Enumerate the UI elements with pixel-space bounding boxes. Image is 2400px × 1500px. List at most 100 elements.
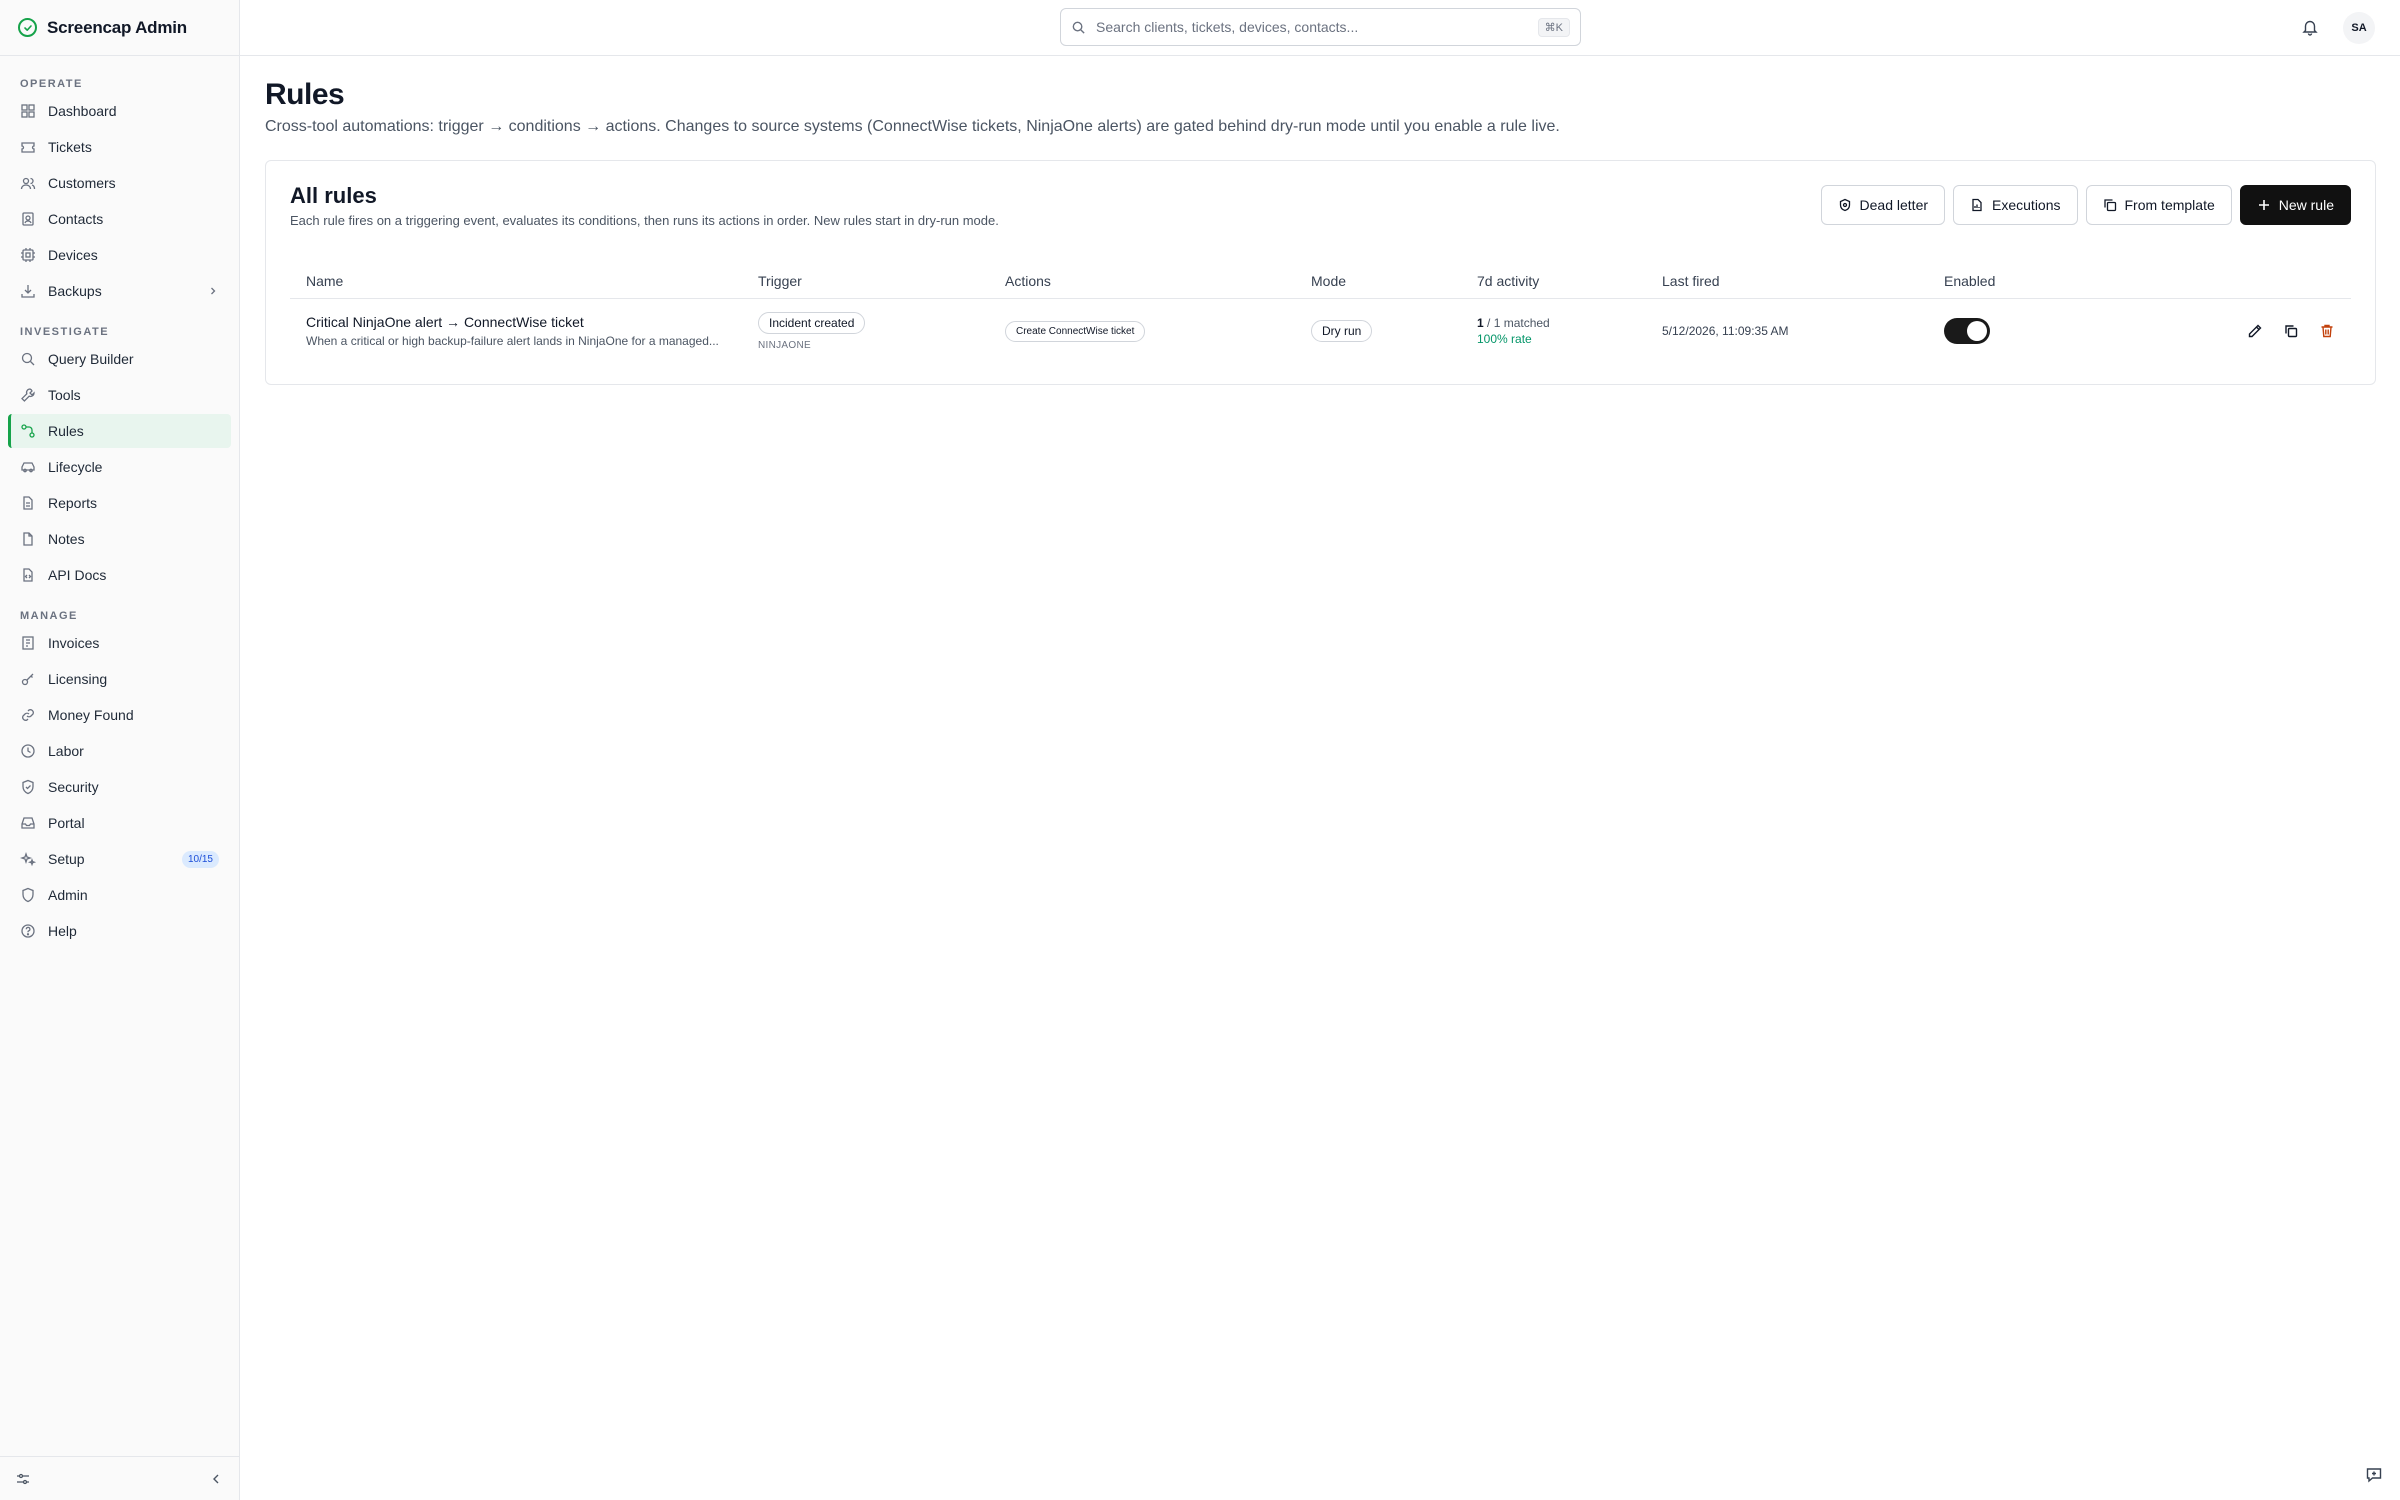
trash-icon[interactable] — [2319, 323, 2335, 339]
sidebar-item-dashboard[interactable]: Dashboard — [8, 94, 231, 128]
setup-progress-badge: 10/15 — [181, 850, 219, 868]
nav-section-manage: MANAGE — [20, 610, 78, 622]
column-header-row-actions — [2078, 264, 2351, 299]
ticket-icon — [21, 142, 35, 153]
dead-letter-label: Dead letter — [1859, 197, 1929, 213]
rules-table: Name Trigger Actions Mode 7d activity La… — [290, 264, 2351, 364]
key-icon — [21, 673, 34, 686]
sidebar-item-tools[interactable]: Tools — [8, 378, 231, 412]
shield-icon — [22, 779, 34, 795]
card-header: All rules Each rule fires on a triggerin… — [290, 183, 2351, 228]
toggle-knob — [1967, 321, 1987, 342]
settings-sliders-icon[interactable] — [16, 1472, 30, 1486]
search-icon — [21, 352, 35, 366]
bell-icon[interactable] — [2301, 18, 2319, 36]
column-header-enabled[interactable]: Enabled — [1928, 264, 2078, 299]
sidebar-item-setup[interactable]: Setup 10/15 — [8, 842, 231, 876]
sidebar-item-security[interactable]: Security — [8, 770, 231, 804]
device-icon — [21, 248, 35, 262]
sidebar-item-labor[interactable]: Labor — [8, 734, 231, 768]
sidebar-item-label: Labor — [48, 743, 84, 759]
sidebar-item-reports[interactable]: Reports — [8, 486, 231, 520]
search-input[interactable]: Search clients, tickets, devices, contac… — [1096, 19, 1528, 35]
edit-pencil-icon[interactable] — [2247, 323, 2263, 339]
new-rule-label: New rule — [2278, 197, 2334, 213]
enabled-toggle[interactable] — [1944, 318, 1990, 345]
column-header-mode[interactable]: Mode — [1295, 264, 1461, 299]
sidebar-item-query-builder[interactable]: Query Builder — [8, 342, 231, 376]
cell-last-fired: 5/12/2026, 11:09:35 AM — [1646, 298, 1928, 364]
from-template-button[interactable]: From template — [2085, 185, 2232, 225]
collapse-sidebar-icon[interactable] — [209, 1472, 223, 1486]
executions-button[interactable]: Executions — [1953, 185, 2078, 225]
column-header-name[interactable]: Name — [290, 264, 742, 299]
column-header-activity[interactable]: 7d activity — [1461, 264, 1646, 299]
wrench-icon — [21, 388, 35, 402]
sidebar-item-label: Reports — [48, 495, 98, 511]
sidebar-item-portal[interactable]: Portal — [8, 806, 231, 840]
logo-check-icon — [18, 18, 37, 37]
sidebar-item-label: Help — [48, 923, 77, 939]
file-chart-icon — [1972, 198, 1982, 212]
sidebar-item-help[interactable]: Help — [8, 914, 231, 948]
rule-name[interactable]: Critical NinjaOne alert → ConnectWise ti… — [306, 314, 726, 330]
users-icon — [20, 177, 36, 190]
dead-letter-button[interactable]: Dead letter — [1820, 185, 1946, 225]
sidebar-item-money-found[interactable]: Money Found — [8, 698, 231, 732]
download-icon — [21, 285, 35, 298]
workflow-icon — [21, 424, 35, 438]
contact-icon — [22, 212, 34, 226]
sidebar-item-licensing[interactable]: Licensing — [8, 662, 231, 696]
from-template-label: From template — [2124, 197, 2215, 213]
user-avatar[interactable]: SA — [2343, 12, 2375, 44]
activity-matched: / 1 matched — [1487, 316, 1550, 331]
sidebar-item-contacts[interactable]: Contacts — [8, 202, 231, 236]
cell-trigger: Incident created NINJAONE — [742, 298, 989, 364]
cell-name: Critical NinjaOne alert → ConnectWise ti… — [290, 298, 742, 364]
sidebar-item-label: Devices — [48, 247, 98, 263]
sidebar-item-label: Setup — [48, 851, 85, 867]
sidebar-item-tickets[interactable]: Tickets — [8, 130, 231, 164]
code-file-icon — [23, 568, 33, 582]
sidebar-item-customers[interactable]: Customers — [8, 166, 231, 200]
message-square-icon — [2366, 1468, 2382, 1483]
activity-rate: 100% rate — [1477, 332, 1532, 347]
activity-summary: 1 / 1 matched — [1477, 316, 1630, 330]
sidebar-item-devices[interactable]: Devices — [8, 238, 231, 272]
brand[interactable]: Screencap Admin — [0, 0, 239, 56]
sidebar-item-invoices[interactable]: Invoices — [8, 626, 231, 660]
column-header-last-fired[interactable]: Last fired — [1646, 264, 1928, 299]
sidebar-item-api-docs[interactable]: API Docs — [8, 558, 231, 592]
new-rule-button[interactable]: New rule — [2239, 185, 2351, 225]
sidebar-item-lifecycle[interactable]: Lifecycle — [8, 450, 231, 484]
table-row[interactable]: Critical NinjaOne alert → ConnectWise ti… — [290, 298, 2351, 364]
row-actions — [2094, 323, 2335, 339]
sidebar-item-admin[interactable]: Admin — [8, 878, 231, 912]
dead-letter-icon — [1839, 198, 1850, 212]
nav-section-investigate: INVESTIGATE — [20, 326, 110, 338]
feedback-chat-icon[interactable] — [2361, 1462, 2387, 1488]
help-icon — [21, 924, 35, 938]
column-header-actions[interactable]: Actions — [989, 264, 1295, 299]
column-header-trigger[interactable]: Trigger — [742, 264, 989, 299]
copy-icon — [2103, 199, 2116, 212]
sidebar-item-label: Invoices — [48, 635, 100, 651]
sidebar-item-notes[interactable]: Notes — [8, 522, 231, 556]
search-icon — [1072, 21, 1085, 34]
global-search[interactable]: Search clients, tickets, devices, contac… — [1060, 8, 1581, 46]
duplicate-icon[interactable] — [2283, 323, 2299, 339]
mode-badge: Dry run — [1311, 320, 1373, 343]
executions-label: Executions — [1992, 197, 2061, 213]
sidebar-item-label: Tickets — [48, 139, 92, 155]
page-title: Rules — [265, 78, 345, 111]
activity-count: 1 — [1477, 316, 1484, 331]
chevron-right-icon — [211, 287, 216, 295]
sidebar-item-label: Money Found — [48, 707, 134, 723]
sidebar-item-label: Lifecycle — [48, 459, 103, 475]
sidebar-item-rules[interactable]: Rules — [8, 414, 231, 448]
cell-row-actions — [2078, 298, 2351, 364]
action-badge: Create ConnectWise ticket — [1005, 320, 1146, 342]
card-actions: Dead letter Executions From template New… — [1820, 185, 2351, 225]
sidebar-item-backups[interactable]: Backups — [8, 274, 231, 308]
sidebar-item-label: Licensing — [48, 671, 108, 687]
